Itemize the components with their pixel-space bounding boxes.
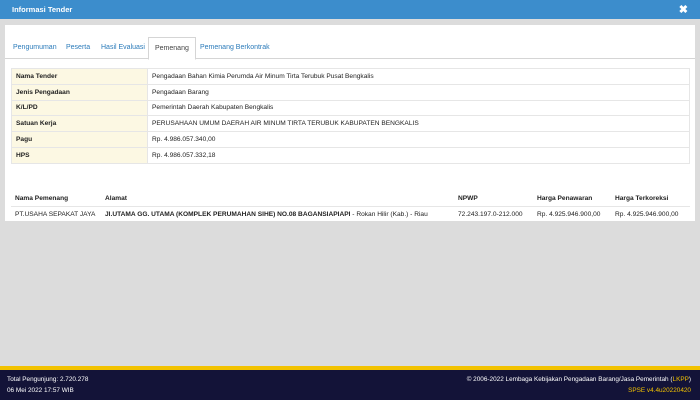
- title-bar: Informasi Tender ✖: [0, 0, 700, 19]
- table-row: K/L/PD Pemerintah Daerah Kabupaten Bengk…: [11, 99, 690, 117]
- table-row: HPS Rp. 4.986.057.332,18: [11, 146, 690, 164]
- column-header-npwp: NPWP: [454, 191, 533, 207]
- column-header-offer: Harga Penawaran: [533, 191, 611, 207]
- info-label: K/L/PD: [11, 99, 148, 117]
- lkpp-link[interactable]: LKPP: [673, 376, 689, 383]
- winner-offer: Rp. 4.925.946.900,00: [537, 210, 601, 218]
- winners-header-row: Nama Pemenang Alamat NPWP Harga Penawara…: [11, 191, 690, 207]
- copyright-close: ): [688, 376, 691, 383]
- tab-pengumuman[interactable]: Pengumuman: [7, 37, 63, 59]
- tender-panel: Pengumuman Peserta Hasil Evaluasi Pemena…: [5, 25, 695, 221]
- tab-hasil-evaluasi[interactable]: Hasil Evaluasi: [95, 37, 151, 59]
- table-row: PT.USAHA SEPAKAT JAYA Jl.UTAMA GG. UTAMA…: [11, 206, 690, 222]
- table-row: Nama Tender Pengadaan Bahan Kimia Perumd…: [11, 68, 690, 85]
- info-value: Rp. 4.986.057.340,00: [147, 131, 690, 148]
- winner-address: Jl.UTAMA GG. UTAMA (KOMPLEK PERUMAHAN SI…: [101, 206, 454, 222]
- column-header-name: Nama Pemenang: [11, 191, 101, 207]
- tab-peserta[interactable]: Peserta: [60, 37, 96, 59]
- close-icon[interactable]: ✖: [679, 3, 688, 16]
- info-label: HPS: [11, 146, 148, 164]
- info-label: Jenis Pengadaan: [11, 83, 148, 101]
- window-title: Informasi Tender: [12, 5, 73, 14]
- table-row: Pagu Rp. 4.986.057.340,00: [11, 131, 690, 148]
- winners-table: Nama Pemenang Alamat NPWP Harga Penawara…: [11, 191, 690, 222]
- info-label: Pagu: [11, 131, 148, 148]
- tab-bar: Pengumuman Peserta Hasil Evaluasi Pemena…: [5, 37, 695, 60]
- table-row: Jenis Pengadaan Pengadaan Barang: [11, 83, 690, 101]
- winner-corrected: Rp. 4.925.946.900,00: [615, 210, 679, 218]
- version-label: SPSE v4.4u20220420: [628, 387, 691, 394]
- column-header-corrected: Harga Terkoreksi: [611, 191, 690, 207]
- visitor-count: Total Pengunjung: 2.720.278: [7, 376, 89, 383]
- info-value: Rp. 4.986.057.332,18: [147, 146, 690, 164]
- footer: Total Pengunjung: 2.720.278 06 Mei 2022 …: [0, 370, 700, 400]
- footer-datetime: 06 Mei 2022 17:57 WIB: [7, 387, 74, 394]
- info-label: Nama Tender: [11, 68, 148, 85]
- info-value: Pengadaan Bahan Kimia Perumda Air Minum …: [147, 68, 690, 85]
- info-label: Satuan Kerja: [11, 115, 148, 133]
- tab-pemenang-berkontrak[interactable]: Pemenang Berkontrak: [194, 37, 276, 59]
- tab-pemenang[interactable]: Pemenang: [148, 37, 196, 60]
- info-value: Pemerintah Daerah Kabupaten Bengkalis: [147, 99, 690, 117]
- copyright-text: © 2006-2022 Lembaga Kebijakan Pengadaan …: [466, 376, 673, 383]
- table-row: Satuan Kerja PERUSAHAAN UMUM DAERAH AIR …: [11, 115, 690, 133]
- tender-info-table: Nama Tender Pengadaan Bahan Kimia Perumd…: [11, 68, 690, 164]
- info-value: PERUSAHAAN UMUM DAERAH AIR MINUM TIRTA T…: [147, 115, 690, 133]
- winner-name: PT.USAHA SEPAKAT JAYA: [15, 210, 96, 218]
- column-header-address: Alamat: [101, 191, 454, 207]
- copyright: © 2006-2022 Lembaga Kebijakan Pengadaan …: [467, 376, 691, 383]
- winner-address-region: - Rokan Hilir (Kab.) - Riau: [350, 210, 428, 218]
- winner-address-street: Jl.UTAMA GG. UTAMA (KOMPLEK PERUMAHAN SI…: [105, 210, 351, 218]
- winner-npwp: 72.243.197.0-212.000: [458, 210, 523, 218]
- info-value: Pengadaan Barang: [147, 83, 690, 101]
